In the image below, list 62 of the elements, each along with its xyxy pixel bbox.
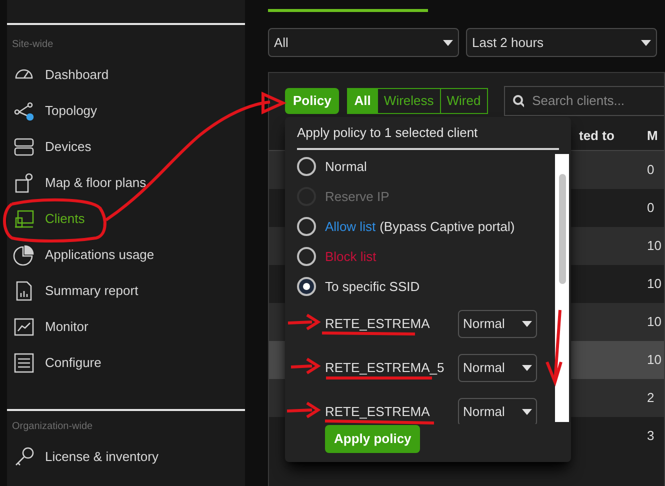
table-cell-text: 10 [647, 237, 662, 256]
section-heading: Organization-wide [11, 420, 94, 434]
table-cell-text: 3 [647, 427, 654, 446]
policy-dropdown[interactable]: Normal [458, 398, 537, 424]
caret-icon [443, 40, 453, 46]
table-cell-text: 10 [647, 313, 662, 332]
option-label: Allow list [325, 218, 376, 236]
sidebar-item[interactable]: Monitor [7, 309, 245, 345]
table-cell-text: 10 [647, 275, 662, 294]
annotation-arrow [286, 402, 321, 418]
line-chart-icon [13, 316, 35, 338]
sliders-icon [13, 352, 35, 374]
annotation-arrow [288, 314, 321, 330]
filter-tab[interactable]: Wireless [376, 89, 440, 113]
sidebar-item[interactable]: Clients [7, 201, 245, 237]
table-cell-text: 0 [647, 199, 654, 218]
caret-icon [522, 408, 532, 414]
column-header: ted to [579, 126, 614, 144]
pie-chart-icon [13, 244, 35, 266]
ssid-name: RETE_ESTREMA [325, 402, 431, 421]
devices-icon [13, 208, 35, 230]
filter-tab[interactable]: Wired [440, 89, 487, 113]
search-icon [512, 94, 524, 108]
server-icon [13, 136, 35, 158]
caret-icon [522, 364, 532, 370]
filter-dropdown[interactable]: All [268, 28, 459, 57]
search-field[interactable]: Search clients... [504, 86, 664, 116]
option-label: Normal [325, 158, 367, 176]
sidebar-item[interactable]: Dashboard [7, 57, 245, 93]
radio-button[interactable] [297, 247, 316, 266]
key-icon [13, 446, 35, 468]
policy-dropdown[interactable]: Normal [458, 310, 537, 338]
option-label: Block list [325, 248, 376, 266]
sidebar-item[interactable]: Devices [7, 129, 245, 165]
ssid-name: RETE_ESTREMA_5 [325, 358, 446, 377]
sidebar-item[interactable]: License & inventory [7, 439, 245, 475]
option-label: Reserve IP [325, 188, 390, 206]
radio-button[interactable] [297, 277, 316, 296]
sidebar-item[interactable]: Applications usage [7, 237, 245, 273]
scrollbar[interactable] [555, 154, 569, 422]
caret-icon [641, 40, 651, 46]
column-header: M [647, 126, 658, 144]
annotation-arrow [290, 358, 321, 374]
ssid-name: RETE_ESTREMA [325, 314, 431, 333]
table-cell-text: 10 [647, 351, 662, 370]
option-label: To specific SSID [325, 278, 420, 296]
caret-icon [522, 320, 532, 326]
search-input[interactable]: Search clients... [532, 91, 664, 111]
filter-dropdown[interactable]: Last 2 hours [466, 28, 657, 57]
policy-dropdown[interactable]: Normal [458, 354, 537, 382]
sidebar-item[interactable]: Configure [7, 345, 245, 381]
sidebar-item[interactable]: Map & floor plans [7, 165, 245, 201]
sidebar-item[interactable]: Topology [7, 93, 245, 129]
table-cell-text: 0 [647, 161, 654, 180]
sidebar-item[interactable]: Summary report [7, 273, 245, 309]
topology-icon [13, 100, 35, 122]
radio-button[interactable] [297, 217, 316, 236]
section-heading: Site-wide [11, 38, 54, 52]
option-note: (Bypass Captive portal) [380, 218, 515, 236]
popup-title: Apply policy to 1 selected client [297, 123, 559, 150]
table-cell-text: 2 [647, 389, 654, 408]
radio-button[interactable] [297, 157, 316, 176]
